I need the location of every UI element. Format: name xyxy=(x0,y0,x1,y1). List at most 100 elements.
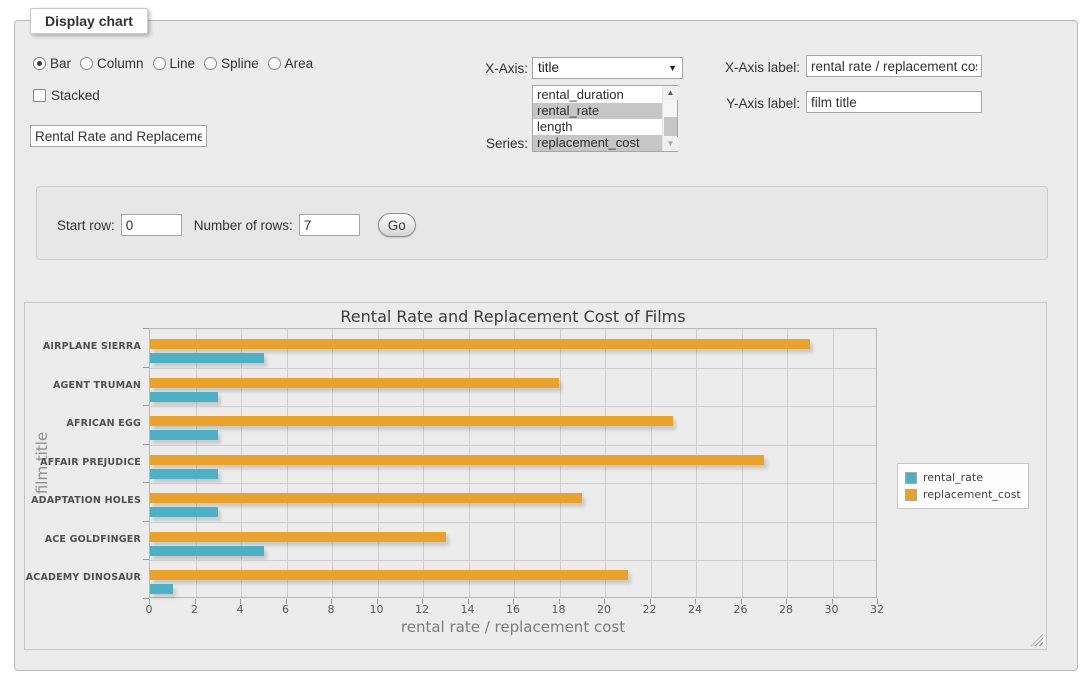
row-range-panel: Start row: Number of rows: Go xyxy=(36,186,1048,260)
bar-replacement_cost xyxy=(150,493,582,503)
bar-rental_rate xyxy=(150,392,218,402)
series-options: rental_durationrental_ratelengthreplacem… xyxy=(533,86,662,151)
chart-title-input[interactable] xyxy=(30,125,207,147)
legend-item-rental_rate: rental_rate xyxy=(905,469,1021,486)
y-tick-label: AFFAIR PREJUDICE xyxy=(25,444,141,483)
bar-rental_rate xyxy=(150,507,218,517)
x-tick-label: 6 xyxy=(271,603,301,616)
gridline xyxy=(150,483,876,484)
gridline xyxy=(150,406,876,407)
x-tick-label: 4 xyxy=(225,603,255,616)
x-tick-label: 16 xyxy=(498,603,528,616)
y-tick-mark xyxy=(143,598,149,599)
y-axis-label-input[interactable] xyxy=(806,91,982,113)
listbox-scrollbar[interactable]: ▲ ▼ xyxy=(662,86,677,151)
bar-rental_rate xyxy=(150,546,264,556)
x-tick-label: 24 xyxy=(680,603,710,616)
gridline xyxy=(150,522,876,523)
y-tick-label: AGENT TRUMAN xyxy=(25,367,141,406)
chart-type-label: Bar xyxy=(50,56,71,71)
chart-type-radio-group: Bar Column Line Spline Area xyxy=(33,56,322,71)
panel-title: Display chart xyxy=(30,8,148,34)
radio-icon-column[interactable] xyxy=(80,57,93,70)
y-tick-mark xyxy=(143,521,149,522)
chart-type-label: Spline xyxy=(221,56,259,71)
x-tick-label: 28 xyxy=(771,603,801,616)
y-tick-label: AFRICAN EGG xyxy=(25,405,141,444)
x-axis-select-label: X-Axis: xyxy=(462,61,528,76)
scroll-up-icon[interactable]: ▲ xyxy=(663,86,678,100)
x-tick-label: 0 xyxy=(134,603,164,616)
x-tick-label: 14 xyxy=(453,603,483,616)
bar-replacement_cost xyxy=(150,570,628,580)
legend-swatch xyxy=(905,489,917,501)
chart-type-option-column[interactable]: Column xyxy=(80,56,144,71)
bar-rental_rate xyxy=(150,430,218,440)
bar-rental_rate xyxy=(150,353,264,363)
legend-label: rental_rate xyxy=(923,471,983,484)
x-tick-label: 10 xyxy=(362,603,392,616)
plot-grid xyxy=(149,328,877,598)
x-tick-label: 26 xyxy=(726,603,756,616)
series-option-replacement_cost[interactable]: replacement_cost xyxy=(533,135,662,151)
series-option-rental_duration[interactable]: rental_duration xyxy=(533,87,662,103)
chart-title: Rental Rate and Replacement Cost of Film… xyxy=(149,307,877,326)
x-tick-label: 22 xyxy=(635,603,665,616)
gridline xyxy=(150,368,876,369)
bar-replacement_cost xyxy=(150,339,810,349)
x-axis-label-label: X-Axis label: xyxy=(722,60,800,75)
stacked-option[interactable]: Stacked xyxy=(33,88,100,103)
start-row-input[interactable] xyxy=(121,214,182,236)
radio-icon-area[interactable] xyxy=(268,57,281,70)
x-axis-selected-value: title xyxy=(538,60,559,75)
chart-legend: rental_ratereplacement_cost xyxy=(897,463,1029,509)
radio-icon-bar[interactable] xyxy=(33,57,46,70)
x-tick-label: 20 xyxy=(589,603,619,616)
chart-type-option-line[interactable]: Line xyxy=(153,56,196,71)
x-tick-label: 32 xyxy=(862,603,892,616)
y-axis-label-label: Y-Axis label: xyxy=(722,96,800,111)
chart-type-label: Column xyxy=(97,56,144,71)
resize-handle-icon[interactable] xyxy=(1031,634,1043,646)
legend-swatch xyxy=(905,472,917,484)
x-tick-label: 18 xyxy=(544,603,574,616)
bar-replacement_cost xyxy=(150,532,446,542)
stacked-label: Stacked xyxy=(51,88,100,103)
gridline xyxy=(150,560,876,561)
x-tick-label: 8 xyxy=(316,603,346,616)
num-rows-input[interactable] xyxy=(299,214,360,236)
x-tick-label: 12 xyxy=(407,603,437,616)
chart-type-option-bar[interactable]: Bar xyxy=(33,56,71,71)
gridline xyxy=(787,329,788,597)
scroll-down-icon[interactable]: ▼ xyxy=(663,137,678,151)
x-tick-label: 30 xyxy=(817,603,847,616)
series-listbox[interactable]: rental_durationrental_ratelengthreplacem… xyxy=(532,85,678,152)
chart-type-option-area[interactable]: Area xyxy=(268,56,314,71)
chevron-down-icon: ▼ xyxy=(668,63,677,73)
bar-replacement_cost xyxy=(150,378,559,388)
x-axis-label-input[interactable] xyxy=(806,55,982,77)
x-axis-select[interactable]: title ▼ xyxy=(532,57,683,79)
chart-type-label: Line xyxy=(170,56,196,71)
y-tick-label: ACE GOLDFINGER xyxy=(25,521,141,560)
x-axis-title: rental rate / replacement cost xyxy=(149,618,877,636)
series-option-length[interactable]: length xyxy=(533,119,662,135)
go-button[interactable]: Go xyxy=(378,213,416,237)
stacked-checkbox[interactable] xyxy=(33,89,46,102)
chart-type-option-spline[interactable]: Spline xyxy=(204,56,259,71)
y-tick-label: AIRPLANE SIERRA xyxy=(25,328,141,367)
radio-icon-spline[interactable] xyxy=(204,57,217,70)
y-tick-mark xyxy=(143,482,149,483)
scrollbar-thumb[interactable] xyxy=(664,117,677,136)
gridline xyxy=(150,445,876,446)
gridline xyxy=(833,329,834,597)
y-tick-mark xyxy=(143,559,149,560)
x-tick-label: 2 xyxy=(180,603,210,616)
num-rows-label: Number of rows: xyxy=(194,218,293,233)
bar-rental_rate xyxy=(150,469,218,479)
y-tick-label: ADAPTATION HOLES xyxy=(25,482,141,521)
y-tick-mark xyxy=(143,444,149,445)
radio-icon-line[interactable] xyxy=(153,57,166,70)
series-option-rental_rate[interactable]: rental_rate xyxy=(533,103,662,119)
y-tick-mark xyxy=(143,328,149,329)
